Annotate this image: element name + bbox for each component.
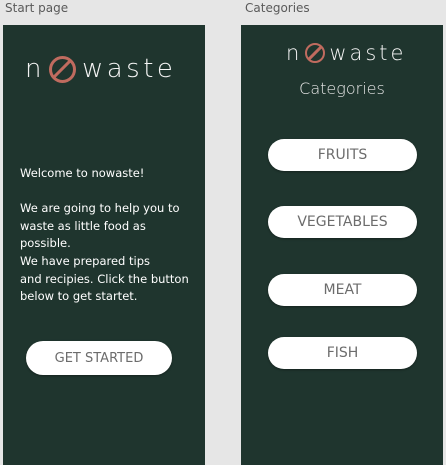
nowaste-logo-small: n waste	[286, 41, 406, 65]
logo-text-prefix: n	[286, 41, 303, 65]
frame-label-categories: Categories	[245, 1, 310, 15]
start-page-screen: n waste Welcome to nowaste! We are going…	[3, 25, 205, 465]
welcome-line: possible.	[20, 236, 71, 251]
welcome-line: and recipies. Click the button	[20, 271, 189, 286]
welcome-line: Welcome to nowaste!	[20, 166, 145, 180]
nowaste-logo: n waste	[25, 54, 176, 84]
logo-text-prefix: n	[25, 54, 45, 84]
category-fruits-button[interactable]: FRUITS	[268, 139, 417, 171]
get-started-button[interactable]: GET STARTED	[26, 341, 172, 375]
welcome-line: waste as little food as	[20, 218, 146, 233]
categories-title: Categories	[299, 79, 385, 98]
welcome-line	[20, 183, 198, 201]
categories-screen: n waste Categories FRUITS VEGETABLES MEA…	[241, 25, 443, 465]
logo-text-suffix: waste	[81, 54, 177, 84]
welcome-line: We have prepared tips	[20, 253, 150, 268]
welcome-line: below to get startet.	[20, 289, 138, 304]
no-symbol-icon	[305, 43, 326, 63]
no-symbol-icon	[48, 55, 76, 83]
category-fish-button[interactable]: FISH	[268, 337, 417, 369]
welcome-line: We are going to help you to	[20, 201, 180, 216]
logo-text-suffix: waste	[329, 41, 407, 65]
category-meat-button[interactable]: MEAT	[268, 274, 417, 306]
category-vegetables-button[interactable]: VEGETABLES	[268, 206, 417, 238]
welcome-message: Welcome to nowaste! We are going to help…	[20, 165, 198, 306]
frame-label-start: Start page	[5, 1, 69, 15]
